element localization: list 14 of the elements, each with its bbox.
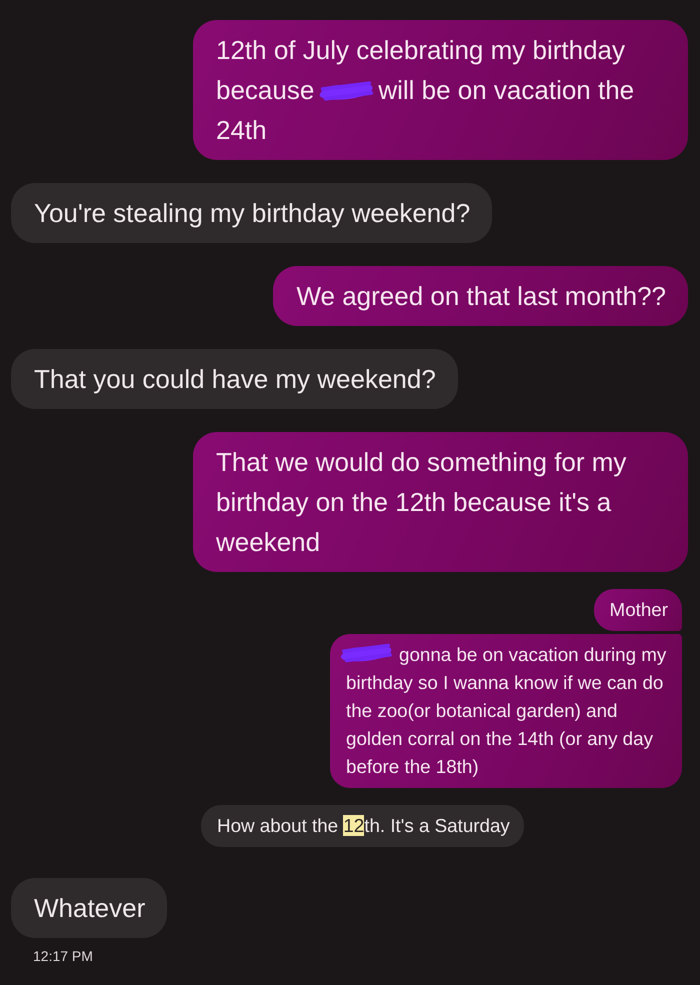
message-text: How about the 12th. It's a Saturday: [217, 815, 510, 836]
timestamp: 12:17 PM: [33, 947, 93, 965]
message-text: because: [216, 75, 314, 105]
message-text: That we would do something for my birthday on the 12th because it's a weekend: [216, 447, 626, 557]
message-text: birthday so I wanna know if we can do the zoo(or botanical garden) and golden corral on the 14th (or any day before the 18th): [346, 672, 664, 777]
message-text: Whatever: [34, 893, 146, 923]
message-text: We agreed on that last month??: [296, 281, 666, 311]
message-text: 12th of July celebrating my birthday: [216, 35, 625, 65]
message-text: will be on vacation the: [378, 75, 634, 105]
message-text: That you could have my weekend?: [34, 364, 436, 394]
message-text: 24th: [216, 115, 267, 145]
message-text: Mother: [610, 599, 668, 620]
message-text: gonna be on vacation during my: [399, 644, 666, 665]
message-text: You're stealing my birthday weekend?: [34, 198, 470, 228]
